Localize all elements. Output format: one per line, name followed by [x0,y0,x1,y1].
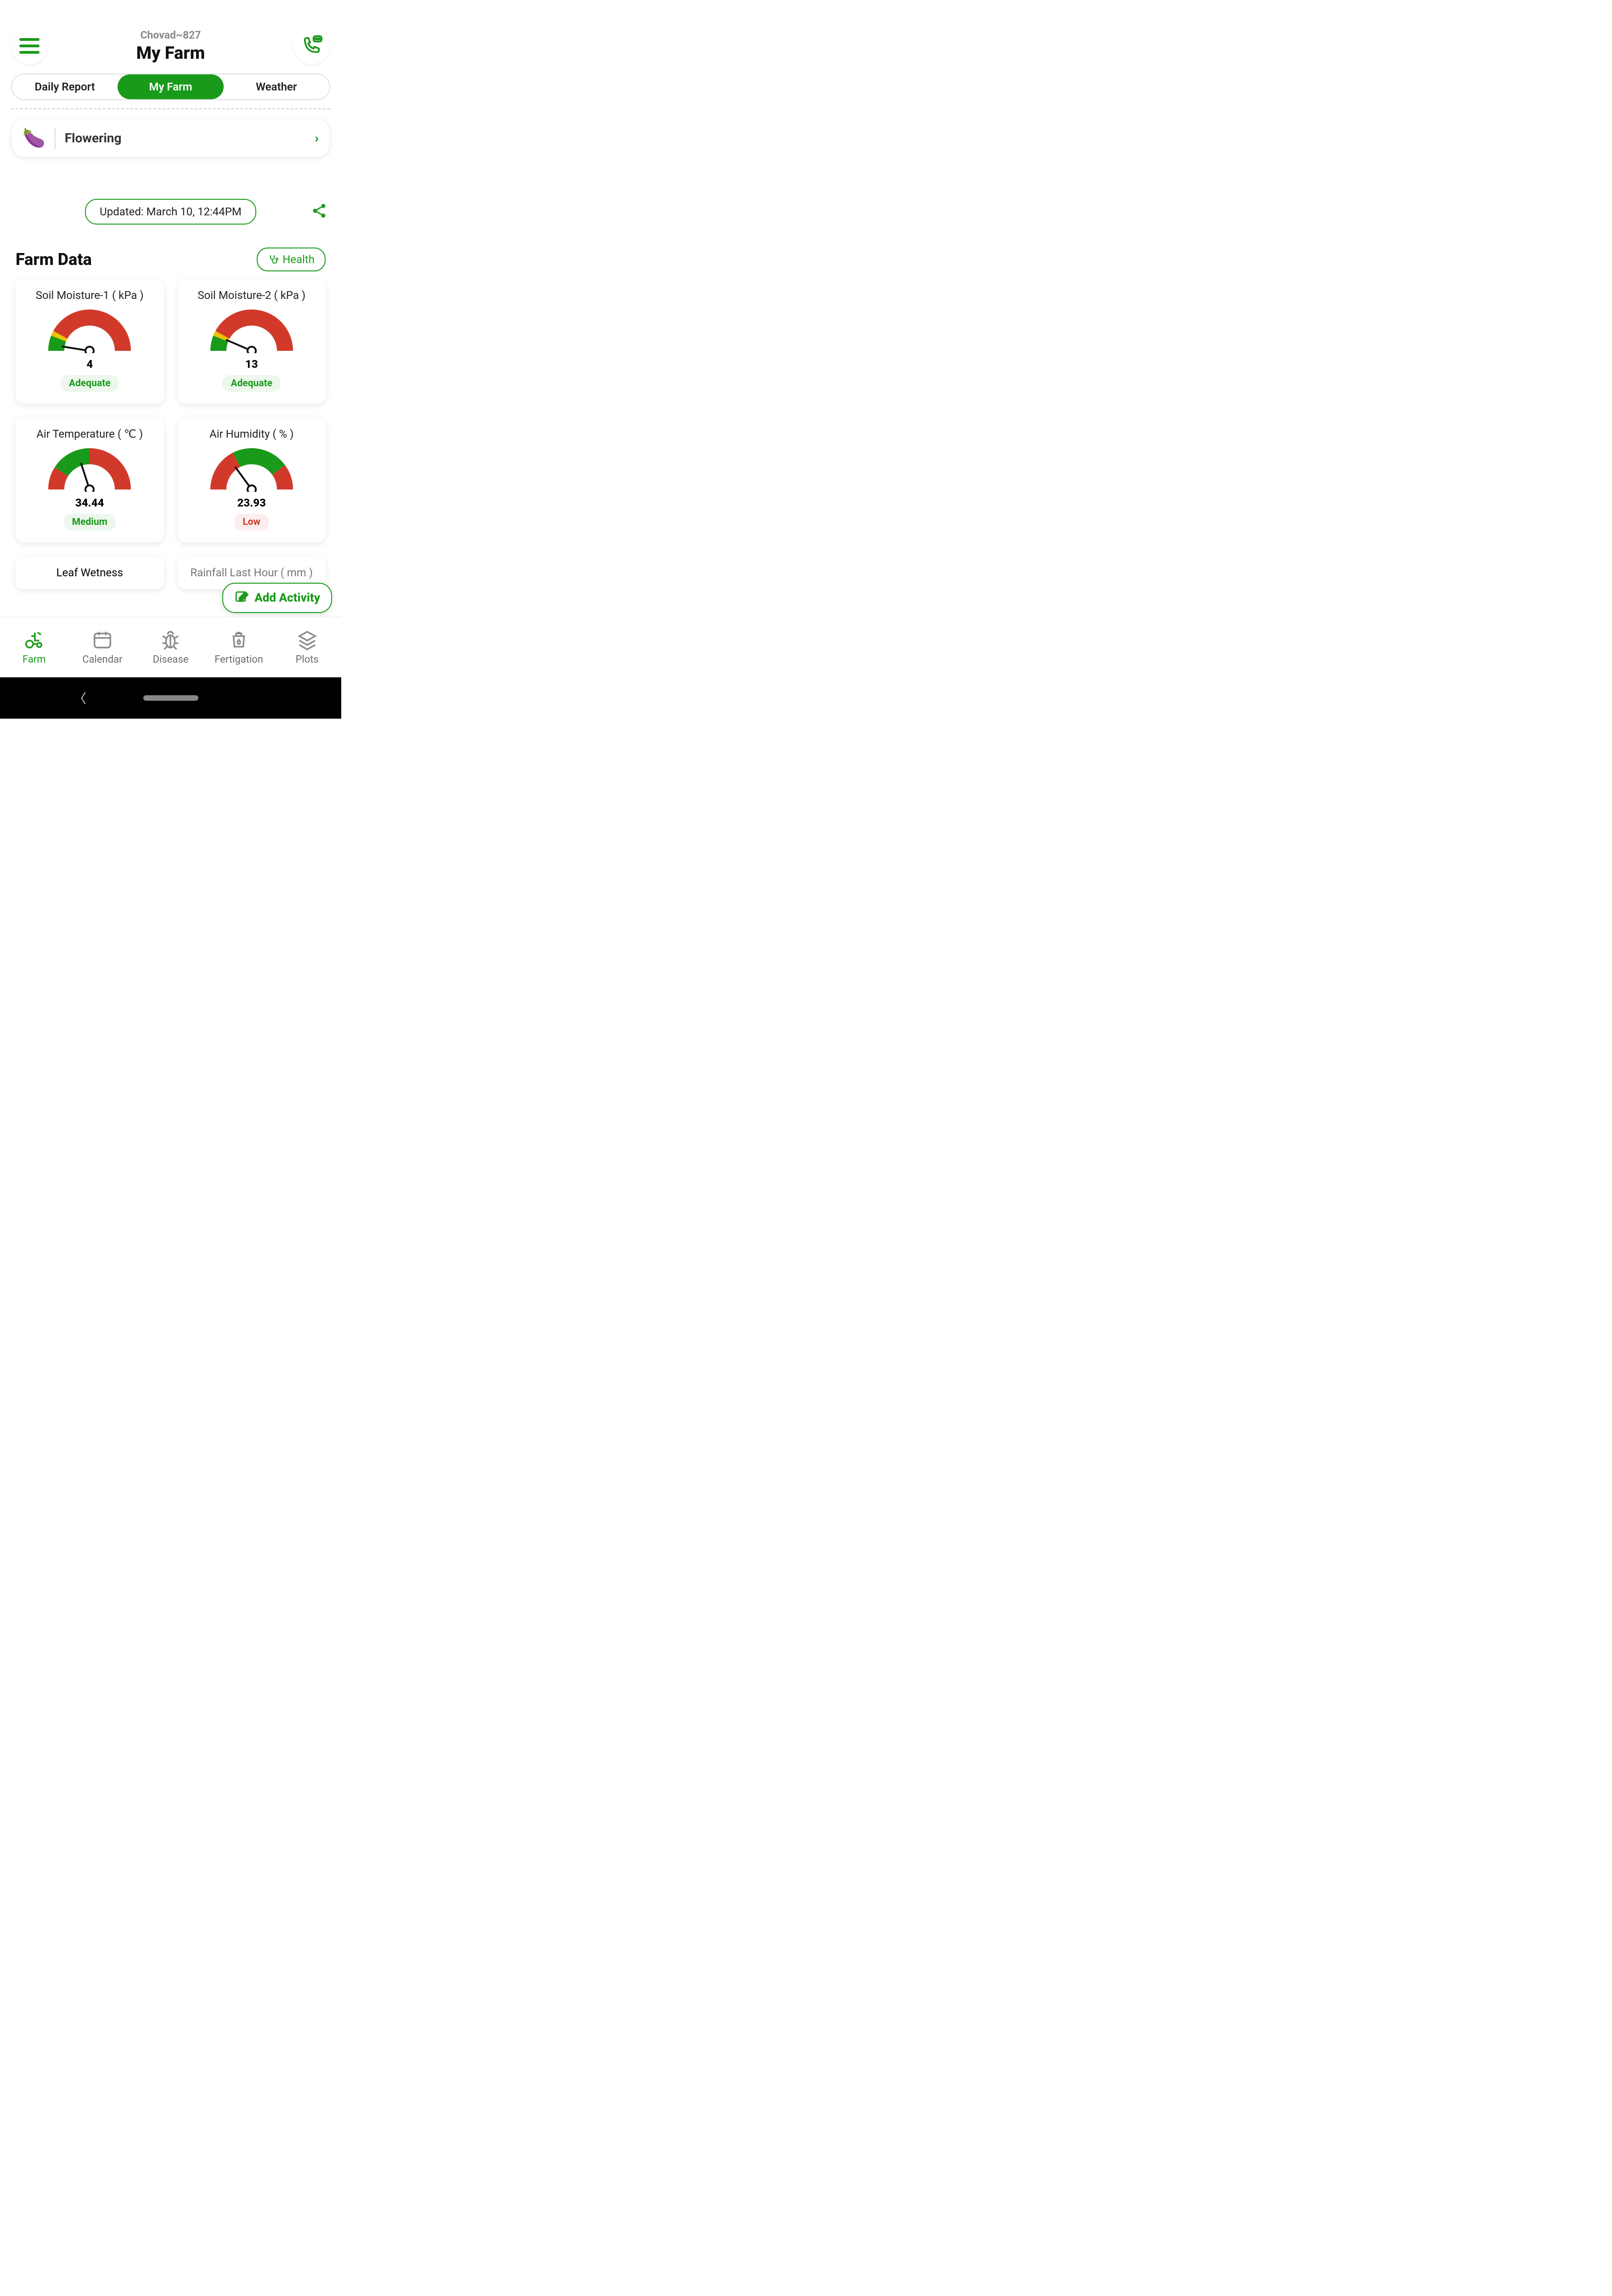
gauge-value: 13 [182,358,321,371]
gauge-value: 23.93 [182,496,321,509]
tab-daily-report[interactable]: Daily Report [12,74,118,99]
page-title: My Farm [48,43,293,63]
support-call-button[interactable] [293,28,330,64]
gauge-title: Soil Moisture-1 ( kPa ) [20,289,159,302]
nav-fertigation[interactable]: Fertigation [205,617,273,677]
farm-code: Chovad~827 [48,29,293,41]
nav-plots[interactable]: Plots [273,617,341,677]
edit-icon [234,590,250,606]
hamburger-icon [19,45,39,47]
gauge-card[interactable]: Soil Moisture-1 ( kPa ) 4 Adequate [16,279,164,404]
health-label: Health [282,253,315,266]
gauge-card[interactable]: Air Temperature ( ℃ ) 34.44 Medium [16,417,164,542]
tractor-icon [23,629,45,650]
bottom-nav: Farm Calendar Disease Fertigation Plots [0,617,341,677]
gauge-status: Adequate [61,375,119,392]
card-leaf-wetness[interactable]: Leaf Wetness [16,556,164,589]
eggplant-icon: 🍆 [23,127,45,149]
section-title: Farm Data [16,250,92,269]
separator [55,128,56,148]
tab-my-farm[interactable]: My Farm [118,74,223,99]
gauge-title: Air Humidity ( % ) [182,428,321,440]
health-button[interactable]: Health [257,248,326,271]
gauge-chart [208,446,295,492]
layers-icon [297,629,318,650]
gauge-status: Low [234,514,269,530]
home-pill[interactable] [143,695,198,701]
last-updated-pill: Updated: March 10, 12:44PM [85,199,256,225]
calendar-icon [92,629,113,650]
nav-calendar[interactable]: Calendar [68,617,137,677]
gauge-chart [46,307,133,353]
nav-disease[interactable]: Disease [136,617,205,677]
chevron-right-icon: › [315,130,319,146]
share-icon [311,203,327,219]
menu-button[interactable] [11,28,48,64]
gauge-chart [208,307,295,353]
header: Chovad~827 My Farm [0,0,341,69]
gauge-value: 4 [20,358,159,371]
tab-weather[interactable]: Weather [224,74,329,99]
nav-label: Calendar [82,654,122,665]
divider [11,108,330,109]
gauge-chart [46,446,133,492]
farm-data-grid: Soil Moisture-1 ( kPa ) 4 Adequate Soil … [0,279,341,542]
gauge-status: Medium [64,514,116,530]
crop-stage-card[interactable]: 🍆 Flowering › [11,118,330,158]
add-activity-label: Add Activity [254,591,320,605]
gauge-value: 34.44 [20,496,159,509]
gauge-title: Air Temperature ( ℃ ) [20,428,159,440]
stage-label: Flowering [65,130,315,146]
gauge-card[interactable]: Air Humidity ( % ) 23.93 Low [178,417,326,542]
nav-label: Farm [23,654,46,665]
fertigation-icon [228,629,249,650]
view-tabs: Daily Report My Farm Weather [11,73,330,100]
android-system-bar: 〈 [0,677,341,719]
nav-label: Disease [153,654,189,665]
nav-label: Fertigation [214,654,263,665]
add-activity-button[interactable]: Add Activity [222,583,332,613]
gauge-title: Soil Moisture-2 ( kPa ) [182,289,321,302]
share-button[interactable] [311,203,327,221]
bug-icon [160,629,181,650]
nav-farm[interactable]: Farm [0,617,68,677]
phone-chat-icon [301,35,322,56]
nav-label: Plots [296,654,319,665]
gauge-status: Adequate [222,375,281,392]
back-icon[interactable]: 〈 [73,689,86,707]
gauge-card[interactable]: Soil Moisture-2 ( kPa ) 13 Adequate [178,279,326,404]
stethoscope-icon [268,254,279,265]
